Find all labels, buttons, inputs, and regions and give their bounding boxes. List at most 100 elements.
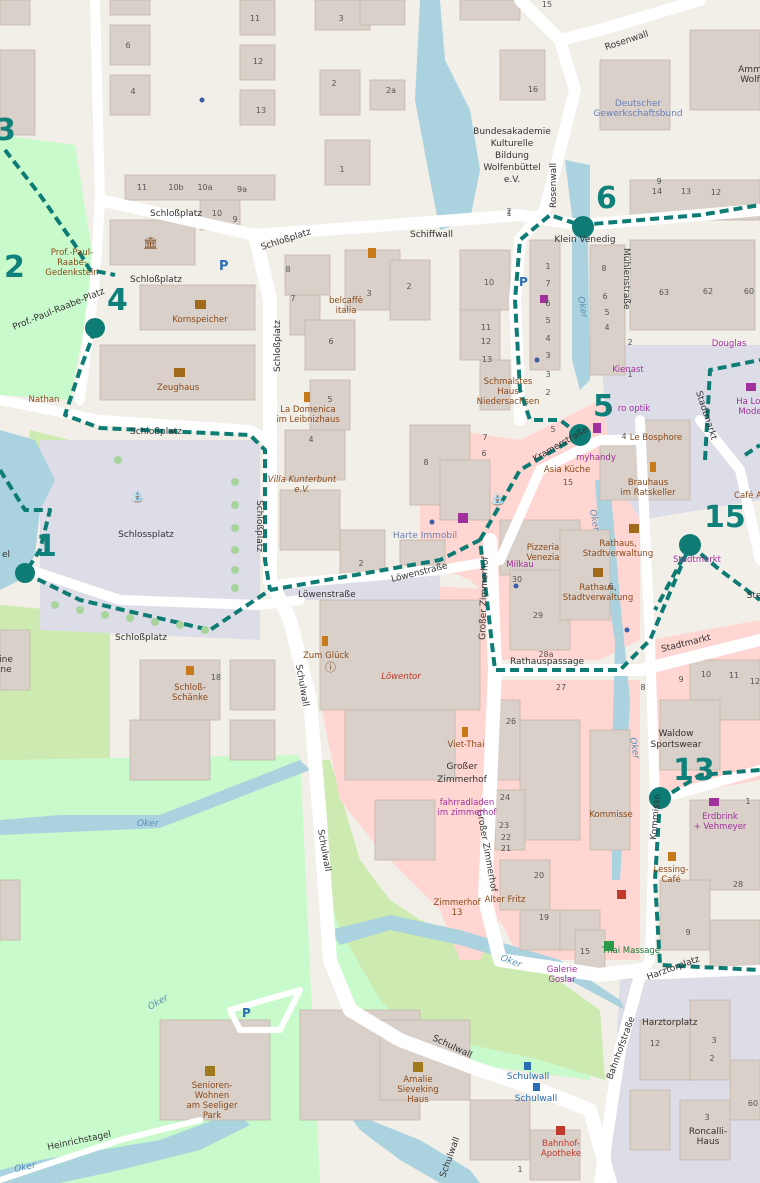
svg-text:Goslar: Goslar — [548, 975, 576, 985]
shop-icon — [746, 383, 756, 391]
svg-text:3: 3 — [711, 1036, 716, 1045]
svg-text:Schulwall: Schulwall — [515, 1094, 557, 1104]
svg-text:28a: 28a — [538, 650, 553, 659]
fountain-icon: ⛲ — [490, 492, 505, 506]
map-canvas[interactable]: 3 2 4 1 5 6 15 13 Rosenwall Schloßplatz … — [0, 0, 760, 1183]
svg-text:13: 13 — [681, 187, 691, 196]
building-icon — [604, 941, 614, 951]
svg-text:13: 13 — [452, 908, 463, 918]
svg-text:Zimmerhof: Zimmerhof — [437, 775, 487, 785]
stop-label-4: 4 — [107, 283, 128, 318]
svg-text:Apotheke: Apotheke — [541, 1149, 581, 1159]
svg-text:ro optik: ro optik — [618, 404, 651, 414]
bus-stop-icon — [533, 1083, 540, 1091]
atm-icon — [199, 97, 205, 103]
svg-text:Amalie: Amalie — [403, 1075, 432, 1085]
svg-text:Gewerkschaftsbund: Gewerkschaftsbund — [593, 109, 682, 119]
svg-text:Douglas: Douglas — [712, 339, 747, 349]
svg-text:13: 13 — [482, 355, 492, 364]
svg-text:Schulwall: Schulwall — [507, 1072, 549, 1082]
svg-text:6: 6 — [328, 337, 333, 346]
svg-text:La Domenica: La Domenica — [280, 405, 336, 415]
svg-text:fahrradladen: fahrradladen — [440, 798, 495, 808]
street-schlossplatz-5: Schloßplatz — [115, 633, 167, 643]
svg-text:3: 3 — [545, 370, 550, 379]
svg-text:27: 27 — [556, 683, 566, 692]
svg-text:12: 12 — [650, 1039, 660, 1048]
svg-text:belcaffè: belcaffè — [329, 295, 363, 306]
svg-text:9: 9 — [232, 215, 237, 224]
svg-text:2: 2 — [709, 1054, 714, 1063]
restaurant-icon — [322, 636, 328, 646]
svg-text:Milkau: Milkau — [506, 560, 533, 570]
restaurant-icon — [462, 727, 468, 737]
stop-marker-15[interactable] — [679, 534, 701, 556]
stop-marker-1[interactable] — [15, 563, 35, 583]
svg-text:Waldow: Waldow — [659, 729, 694, 739]
svg-text:60: 60 — [744, 287, 754, 296]
svg-text:Zimmerhof: Zimmerhof — [434, 898, 482, 908]
svg-text:e.V.: e.V. — [504, 175, 520, 185]
svg-text:3: 3 — [366, 289, 371, 298]
shop-icon — [458, 513, 468, 523]
street-loewenstrasse: Löwenstraße — [298, 590, 356, 600]
svg-text:11: 11 — [481, 323, 491, 332]
svg-text:14: 14 — [652, 187, 662, 196]
svg-text:1: 1 — [745, 797, 750, 806]
svg-text:7: 7 — [545, 279, 550, 288]
svg-text:10: 10 — [212, 209, 222, 218]
svg-text:Schänke: Schänke — [172, 693, 208, 703]
stop-label-6: 6 — [596, 181, 617, 216]
svg-text:Park: Park — [203, 1111, 221, 1121]
svg-text:4: 4 — [308, 435, 313, 444]
svg-text:Sieveking: Sieveking — [397, 1085, 438, 1095]
svg-text:21: 21 — [501, 844, 511, 853]
svg-text:1: 1 — [517, 1165, 522, 1174]
svg-text:60: 60 — [748, 1099, 758, 1108]
svg-text:Bundesakademie: Bundesakademie — [473, 127, 551, 137]
parking-icon: P — [219, 259, 229, 274]
senior-icon — [413, 1062, 423, 1072]
svg-text:22: 22 — [501, 833, 511, 842]
theatre-icon — [593, 568, 603, 577]
svg-text:26: 26 — [506, 717, 516, 726]
street-schiffwall: Schiffwall — [410, 230, 453, 240]
svg-text:12: 12 — [253, 57, 263, 66]
svg-text:1: 1 — [339, 165, 344, 174]
svg-text:Amm: Amm — [738, 65, 760, 75]
svg-text:Haus: Haus — [497, 387, 519, 397]
svg-text:20: 20 — [534, 871, 544, 880]
svg-text:Ste: Ste — [747, 591, 760, 601]
svg-text:28: 28 — [733, 880, 743, 889]
svg-text:29: 29 — [533, 611, 543, 620]
stop-label-3: 3 — [0, 113, 16, 148]
street-sl-vert: Schloßplatz — [254, 500, 264, 552]
svg-text:3: 3 — [545, 351, 550, 360]
svg-text:5: 5 — [604, 308, 609, 317]
cafe-icon — [668, 852, 676, 861]
svg-text:9: 9 — [678, 675, 683, 684]
stop-marker-4[interactable] — [85, 318, 105, 338]
svg-text:4: 4 — [621, 432, 626, 441]
svg-text:8: 8 — [285, 265, 290, 274]
svg-text:12: 12 — [481, 337, 491, 346]
svg-text:Kommisse: Kommisse — [589, 810, 632, 820]
svg-text:Senioren-: Senioren- — [192, 1081, 233, 1091]
svg-text:11: 11 — [250, 14, 260, 23]
svg-text:Löwentor: Löwentor — [381, 672, 421, 682]
svg-text:10a: 10a — [197, 183, 212, 192]
svg-text:im Ratskeller: im Ratskeller — [620, 488, 676, 498]
svg-text:8: 8 — [601, 264, 606, 273]
svg-text:6: 6 — [125, 41, 130, 50]
svg-text:Haus: Haus — [697, 1137, 720, 1147]
svg-text:2: 2 — [627, 338, 632, 347]
bus-stop-icon — [524, 1062, 531, 1070]
svg-text:Schlossplatz: Schlossplatz — [118, 530, 174, 540]
svg-text:23: 23 — [499, 821, 509, 830]
svg-text:Wohnen: Wohnen — [195, 1091, 230, 1101]
svg-text:7: 7 — [482, 433, 487, 442]
museum-icon: 🏛 — [143, 236, 158, 250]
svg-text:Bahnhof-: Bahnhof- — [542, 1139, 580, 1149]
svg-text:19: 19 — [539, 913, 549, 922]
svg-text:11: 11 — [137, 183, 147, 192]
